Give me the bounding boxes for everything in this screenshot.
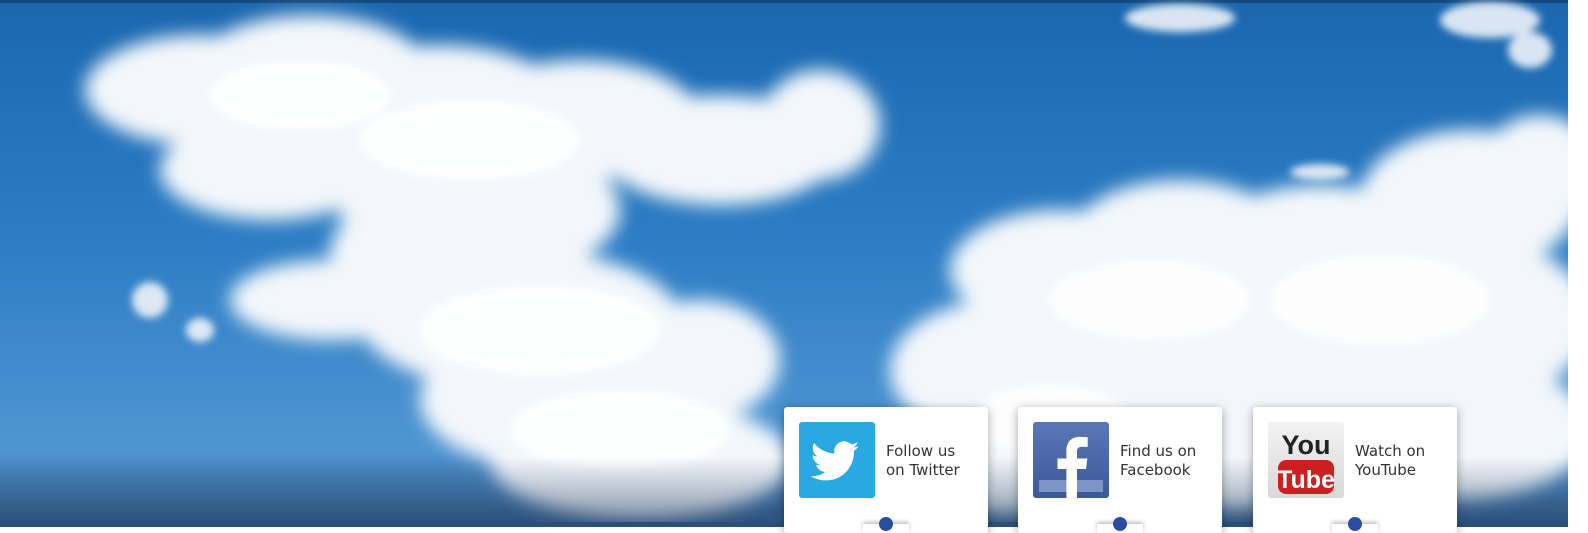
youtube-logo-top-text: You [1282,430,1331,460]
twitter-bird-icon[interactable] [799,422,875,498]
facebook-card-label[interactable]: Find us on Facebook [1120,442,1220,480]
facebook-card[interactable]: Find us on Facebook [1018,407,1222,533]
twitter-label-line1: Follow us [886,442,956,460]
youtube-card-label[interactable]: Watch on YouTube [1355,442,1455,480]
youtube-logo-bottom-text: Tube [1277,466,1335,494]
facebook-label-line2: Facebook [1120,461,1191,479]
facebook-f-icon[interactable] [1033,422,1109,498]
youtube-label-line2: YouTube [1355,461,1416,479]
twitter-label-line2: on Twitter [886,461,960,479]
youtube-card-pointer [1332,517,1378,533]
twitter-card[interactable]: Follow us on Twitter [784,407,988,533]
facebook-label-line1: Find us on [1120,442,1197,460]
twitter-card-pointer [863,517,909,533]
twitter-card-label[interactable]: Follow us on Twitter [886,442,986,480]
facebook-card-pointer [1097,517,1143,533]
youtube-label-line1: Watch on [1355,442,1426,460]
youtube-card[interactable]: You Tube Watch on YouTube [1253,407,1457,533]
youtube-logo-icon[interactable]: You Tube [1268,422,1344,498]
